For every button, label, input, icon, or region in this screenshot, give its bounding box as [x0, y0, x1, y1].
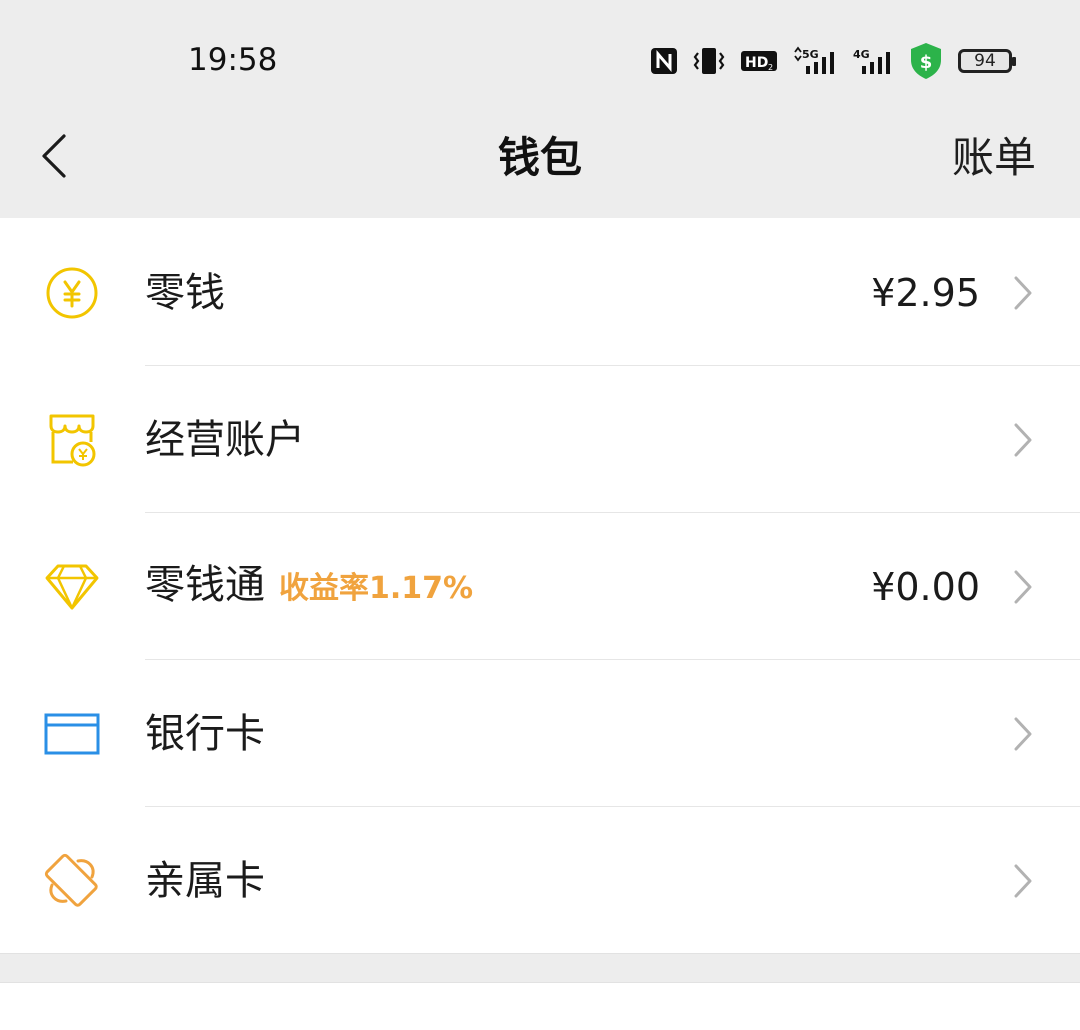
chevron-right-icon — [1012, 567, 1034, 607]
svg-text:2: 2 — [768, 63, 773, 72]
chevron-right-icon — [1012, 420, 1034, 460]
status-time: 19:58 — [188, 42, 278, 78]
chevron-right-icon — [1012, 861, 1034, 901]
wallet-list: 零钱 ¥2.95 经营账户 零钱通 收益率1.17% ¥0.00 银行卡 亲属卡 — [0, 219, 1080, 954]
status-icons: HD 2 5G 4G $ 94 — [650, 40, 1016, 82]
yuan-coin-icon — [44, 265, 100, 321]
4g-signal-icon: 4G — [852, 46, 894, 76]
svg-text:$: $ — [920, 52, 933, 73]
family-card-icon — [44, 853, 100, 909]
page-title: 钱包 — [497, 133, 582, 182]
list-item-label: 零钱通 收益率1.17% — [145, 560, 473, 614]
list-item-bank-card[interactable]: 银行卡 — [0, 660, 1080, 807]
section-gap — [0, 953, 1080, 983]
list-item-label: 经营账户 — [145, 416, 305, 463]
balance-value: ¥0.00 — [871, 564, 980, 609]
list-item-label: 零钱 — [145, 269, 225, 316]
svg-text:5G: 5G — [802, 48, 819, 61]
next-section — [0, 983, 1080, 1030]
top-bar: 19:58 HD 2 5G 4G $ 94 钱包 账单 — [0, 0, 1080, 218]
list-item-change-plus[interactable]: 零钱通 收益率1.17% ¥0.00 — [0, 513, 1080, 660]
shield-dollar-icon: $ — [908, 42, 944, 80]
diamond-icon — [44, 559, 100, 615]
list-item-label: 亲属卡 — [145, 857, 265, 904]
list-item-business-account[interactable]: 经营账户 — [0, 366, 1080, 513]
yield-rate-tag: 收益率1.17% — [279, 570, 474, 606]
svg-text:4G: 4G — [853, 48, 870, 61]
list-item-title: 零钱通 — [145, 561, 265, 608]
chevron-right-icon — [1012, 714, 1034, 754]
list-item-change[interactable]: 零钱 ¥2.95 — [0, 219, 1080, 366]
5g-signal-icon: 5G — [792, 46, 838, 76]
list-item-label: 银行卡 — [145, 710, 265, 757]
bills-button[interactable]: 账单 — [952, 132, 1036, 184]
balance-value: ¥2.95 — [871, 270, 980, 315]
svg-text:HD: HD — [745, 55, 768, 71]
shop-account-icon — [44, 412, 100, 468]
hd-icon: HD 2 — [740, 47, 778, 75]
vibrate-icon — [692, 46, 726, 76]
chevron-right-icon — [1012, 273, 1034, 313]
nfc-icon — [650, 47, 678, 75]
battery-icon: 94 — [958, 49, 1016, 73]
bank-card-icon — [44, 706, 100, 762]
list-item-family-card[interactable]: 亲属卡 — [0, 807, 1080, 954]
